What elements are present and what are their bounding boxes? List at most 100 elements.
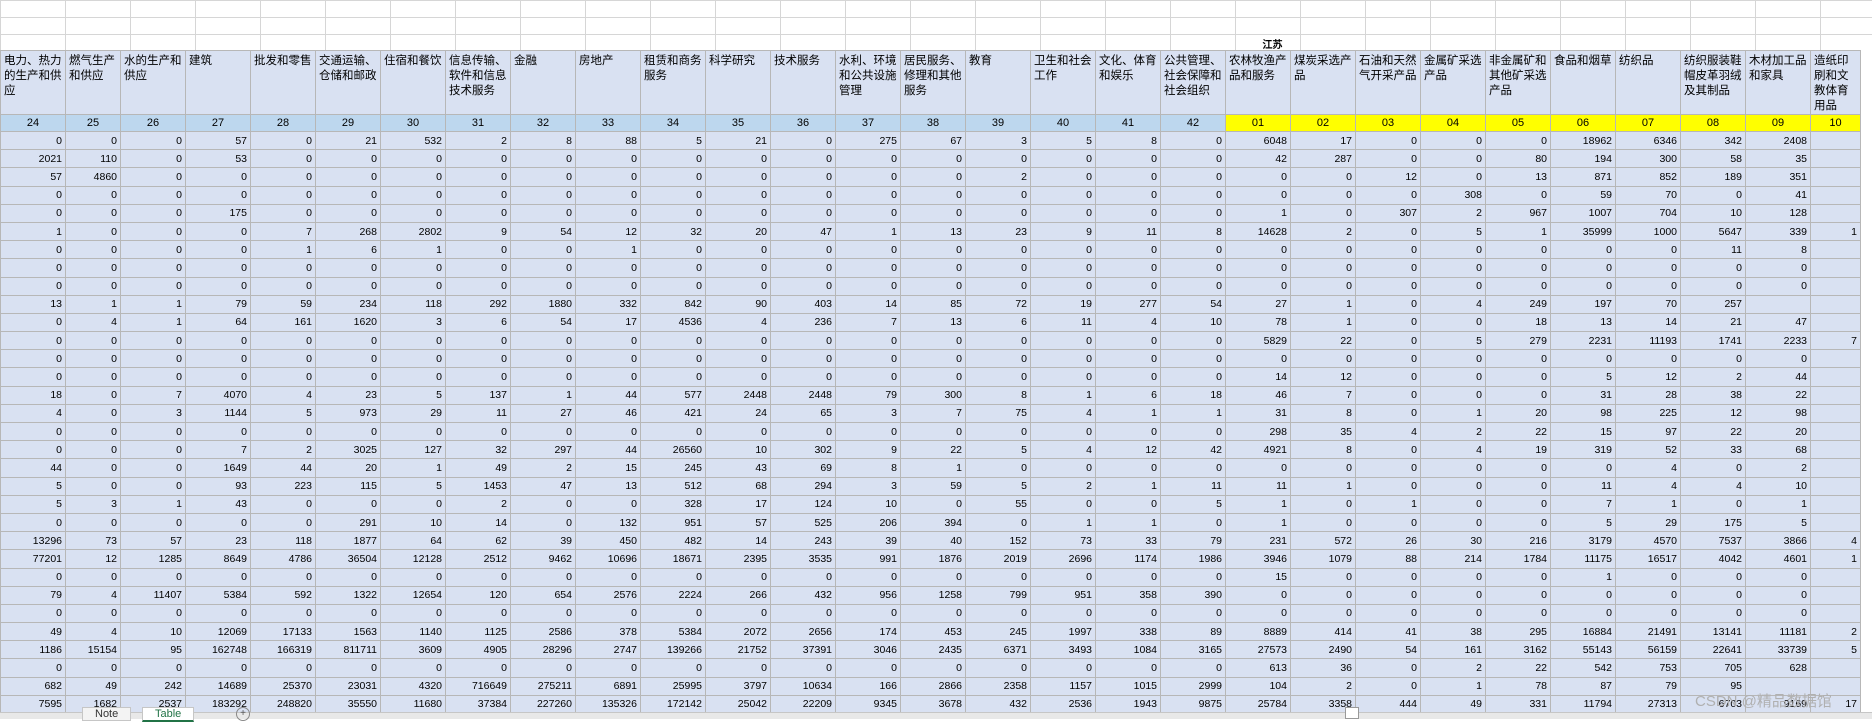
table-cell[interactable]: 4570 — [1615, 531, 1681, 551]
table-cell[interactable]: 7 — [185, 440, 251, 460]
table-cell[interactable]: 0 — [0, 440, 66, 460]
table-cell[interactable]: 0 — [1030, 149, 1096, 169]
table-cell[interactable]: 0 — [1225, 240, 1291, 260]
table-cell[interactable]: 0 — [185, 512, 251, 533]
table-cell[interactable]: 8 — [1160, 221, 1226, 242]
table-cell[interactable]: 1563 — [315, 622, 381, 642]
table-cell[interactable]: 5 — [380, 476, 446, 496]
table-cell[interactable]: 0 — [965, 276, 1031, 296]
table-cell[interactable]: 79 — [1160, 531, 1226, 551]
table-cell[interactable]: 0 — [120, 421, 186, 442]
table-cell[interactable]: 3025 — [315, 440, 381, 460]
table-cell[interactable]: 5 — [1810, 640, 1861, 660]
table-cell[interactable]: 0 — [835, 331, 901, 351]
table-cell[interactable]: 1880 — [510, 294, 576, 314]
column-header[interactable]: 燃气生产和供应 — [65, 50, 121, 115]
table-cell[interactable]: 0 — [1420, 494, 1486, 514]
table-cell[interactable]: 7 — [900, 403, 966, 424]
table-cell[interactable]: 0 — [640, 367, 706, 387]
table-cell[interactable]: 110 — [65, 149, 121, 169]
table-cell[interactable]: 0 — [1680, 458, 1746, 478]
table-cell[interactable]: 302 — [770, 440, 836, 460]
column-code[interactable]: 10 — [1810, 114, 1861, 132]
table-cell[interactable]: 0 — [1550, 276, 1616, 296]
table-cell[interactable]: 0 — [1355, 440, 1421, 460]
table-cell[interactable]: 0 — [1680, 494, 1746, 514]
table-cell[interactable]: 64 — [380, 531, 446, 551]
table-cell[interactable]: 245 — [640, 458, 706, 478]
table-cell[interactable]: 0 — [965, 331, 1031, 351]
table-cell[interactable]: 294 — [770, 476, 836, 496]
table-cell[interactable]: 0 — [185, 185, 251, 205]
table-cell[interactable]: 0 — [445, 421, 511, 442]
table-cell[interactable]: 0 — [250, 258, 316, 278]
column-code[interactable]: 41 — [1095, 114, 1161, 132]
table-cell[interactable]: 15 — [1550, 421, 1616, 442]
column-code[interactable]: 25 — [65, 114, 121, 132]
table-cell[interactable]: 0 — [120, 603, 186, 624]
table-cell[interactable]: 973 — [315, 403, 381, 424]
table-cell[interactable]: 2 — [510, 458, 576, 478]
table-cell[interactable]: 0 — [445, 167, 511, 187]
table-cell[interactable]: 0 — [1160, 276, 1226, 296]
table-cell[interactable]: 12 — [65, 549, 121, 569]
table-cell[interactable]: 2802 — [380, 221, 446, 242]
table-cell[interactable]: 68 — [1745, 440, 1811, 460]
table-cell[interactable]: 0 — [965, 421, 1031, 442]
table-cell[interactable]: 6 — [965, 312, 1031, 333]
table-cell[interactable]: 27 — [1225, 294, 1291, 314]
table-cell[interactable]: 12 — [1290, 367, 1356, 387]
table-cell[interactable] — [1810, 603, 1861, 624]
table-cell[interactable]: 0 — [1550, 349, 1616, 369]
table-cell[interactable]: 1 — [120, 312, 186, 333]
table-cell[interactable]: 0 — [1485, 603, 1551, 624]
table-cell[interactable]: 0 — [900, 167, 966, 187]
table-cell[interactable]: 951 — [1030, 585, 1096, 605]
column-header[interactable]: 纺织服装鞋帽皮革羽绒及其制品 — [1680, 50, 1746, 115]
table-cell[interactable]: 13 — [900, 312, 966, 333]
table-cell[interactable]: 21 — [1680, 312, 1746, 333]
table-cell[interactable]: 0 — [640, 149, 706, 169]
table-cell[interactable]: 46 — [575, 403, 641, 424]
table-cell[interactable]: 300 — [1615, 149, 1681, 169]
table-cell[interactable]: 0 — [0, 658, 66, 678]
table-cell[interactable]: 0 — [1095, 331, 1161, 351]
table-cell[interactable]: 0 — [900, 240, 966, 260]
table-cell[interactable]: 0 — [1680, 585, 1746, 605]
table-cell[interactable]: 44 — [575, 385, 641, 405]
table-cell[interactable]: 0 — [250, 603, 316, 624]
table-cell[interactable]: 39 — [510, 531, 576, 551]
table-cell[interactable]: 10696 — [575, 549, 641, 569]
table-cell[interactable]: 0 — [65, 440, 121, 460]
table-cell[interactable]: 37384 — [445, 694, 511, 712]
table-cell[interactable]: 49 — [445, 458, 511, 478]
table-cell[interactable]: 0 — [185, 349, 251, 369]
column-header[interactable]: 木材加工品和家具 — [1745, 50, 1811, 115]
table-cell[interactable]: 331 — [1485, 694, 1551, 712]
table-cell[interactable]: 70 — [1615, 294, 1681, 314]
table-cell[interactable] — [1810, 349, 1861, 369]
table-cell[interactable]: 12 — [575, 221, 641, 242]
table-cell[interactable]: 0 — [900, 567, 966, 587]
table-cell[interactable]: 0 — [1615, 240, 1681, 260]
table-cell[interactable]: 0 — [575, 567, 641, 587]
table-cell[interactable]: 97 — [1615, 421, 1681, 442]
table-cell[interactable]: 7 — [1290, 385, 1356, 405]
table-cell[interactable]: 0 — [1680, 567, 1746, 587]
table-cell[interactable]: 231 — [1225, 531, 1291, 551]
table-cell[interactable]: 174 — [835, 622, 901, 642]
table-cell[interactable]: 0 — [1485, 367, 1551, 387]
table-cell[interactable]: 40 — [900, 531, 966, 551]
table-cell[interactable]: 2 — [1680, 367, 1746, 387]
table-cell[interactable]: 152 — [965, 531, 1031, 551]
table-cell[interactable]: 0 — [445, 567, 511, 587]
table-cell[interactable]: 0 — [1485, 567, 1551, 587]
table-cell[interactable]: 0 — [640, 203, 706, 223]
table-cell[interactable]: 0 — [835, 367, 901, 387]
table-cell[interactable]: 162748 — [185, 640, 251, 660]
table-cell[interactable]: 3946 — [1225, 549, 1291, 569]
table-cell[interactable]: 0 — [900, 203, 966, 223]
table-cell[interactable]: 2 — [1290, 221, 1356, 242]
table-cell[interactable]: 0 — [1095, 658, 1161, 678]
table-cell[interactable] — [1810, 185, 1861, 205]
